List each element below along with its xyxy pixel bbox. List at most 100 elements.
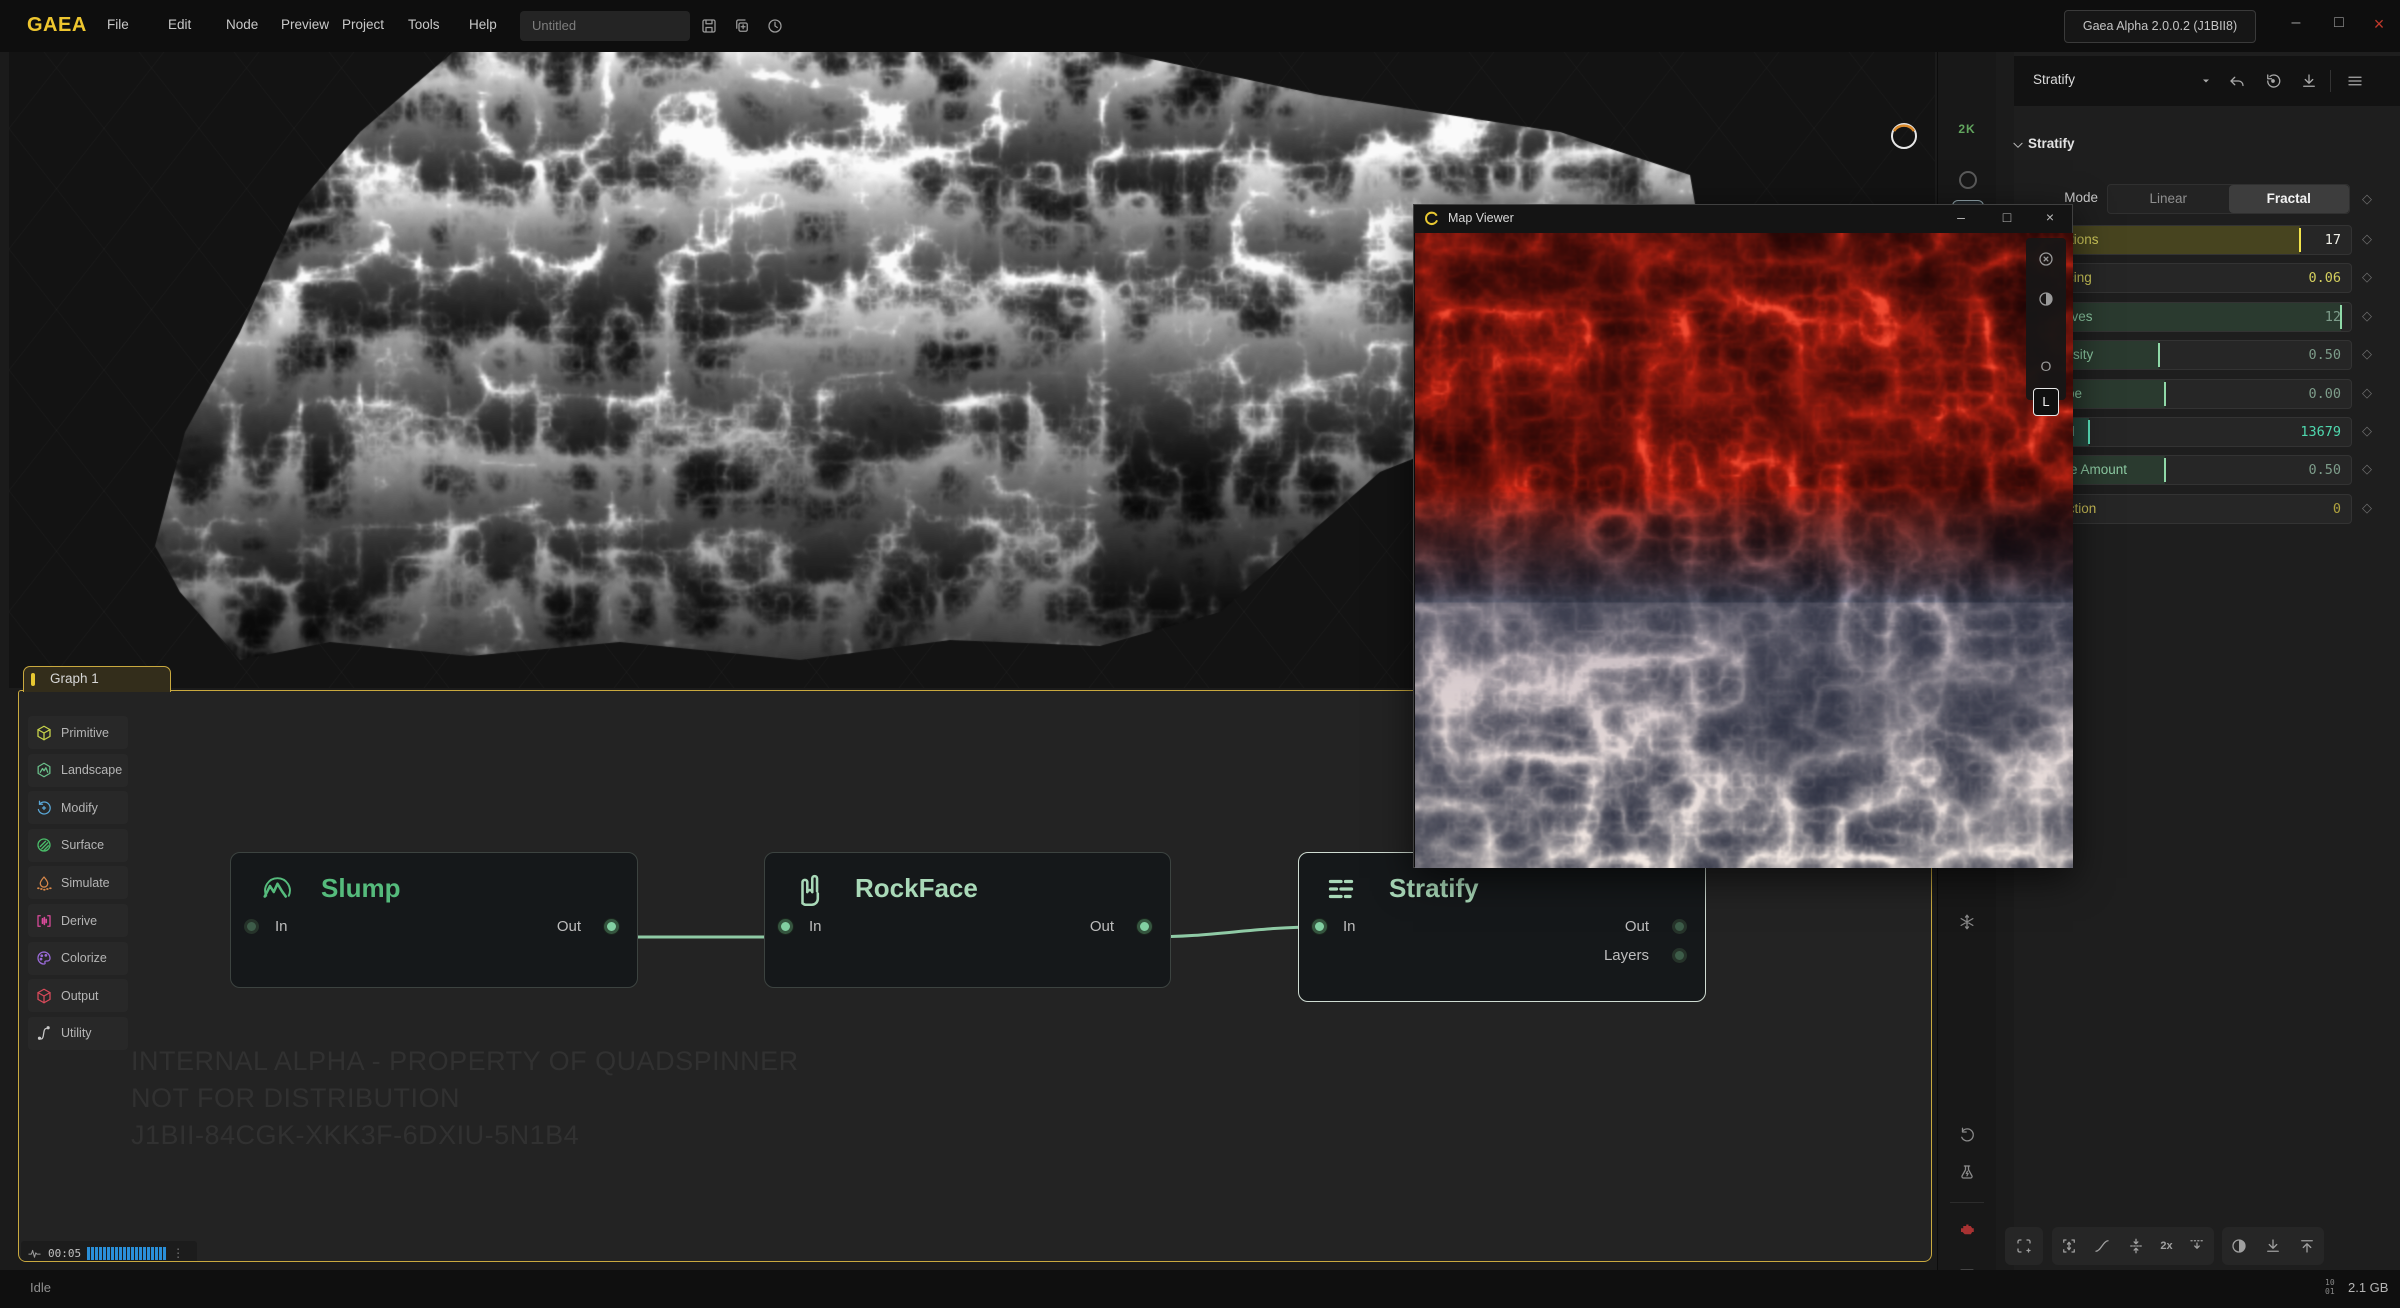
pin-diamond-icon[interactable]: ◇ [2362,308,2372,324]
hamburger-menu-icon[interactable] [2346,72,2364,90]
pin-diamond-icon[interactable]: ◇ [2362,269,2372,285]
param-row-intensity[interactable]: Intensity0.50 [2030,340,2352,370]
save-icon[interactable] [700,17,718,35]
param-value[interactable]: 0.50 [2308,347,2341,363]
menu-node[interactable]: Node [226,17,258,32]
l-view-button[interactable]: L [2033,388,2059,416]
rockface-icon [789,871,825,907]
import-icon[interactable] [2264,1237,2282,1255]
pin-diamond-icon[interactable]: ◇ [2362,231,2372,247]
param-caret [2158,343,2160,367]
add-frame-icon[interactable] [2015,1237,2033,1255]
param-caret [2164,382,2166,406]
engine-icon[interactable] [1958,1220,1976,1238]
param-row-iterations[interactable]: Iterations17 [2030,225,2352,255]
pin-diamond-icon[interactable]: ◇ [2362,191,2372,207]
mode-option-linear[interactable]: Linear [2108,185,2229,213]
port-in-label: In [275,918,288,935]
menu-tools[interactable]: Tools [408,17,440,32]
two-x-icon[interactable]: 2x [2160,1240,2172,1252]
param-value[interactable]: 0.50 [2308,462,2341,478]
menu-project[interactable]: Project [342,17,384,32]
param-row-noise-amount[interactable]: Noise Amount0.50 [2030,455,2352,485]
close-button[interactable]: × [2367,14,2391,35]
download-icon[interactable] [2300,72,2318,90]
maximize-button[interactable]: □ [2327,14,2351,32]
close-circle-icon[interactable] [2037,250,2055,268]
strip-divider [1950,1202,1984,1203]
project-name-field[interactable]: Untitled [520,11,690,41]
kebab-menu-icon[interactable]: ⋮ [172,1246,184,1260]
duplicate-icon[interactable] [733,17,751,35]
menu-help[interactable]: Help [469,17,497,32]
pin-diamond-icon[interactable]: ◇ [2362,461,2372,477]
node-rockface[interactable]: RockFace In Out [764,852,1171,988]
contrast-icon[interactable] [2037,290,2055,308]
graph-tab-label: Graph 1 [50,671,99,686]
map-viewer-title: Map Viewer [1448,211,1514,225]
o-view-button[interactable]: O [2026,358,2066,374]
param-value[interactable]: 17 [2325,232,2341,248]
graph-tab[interactable]: Graph 1 [23,666,171,692]
pin-diamond-icon[interactable]: ◇ [2362,500,2372,516]
section-title: Stratify [2028,136,2075,151]
pin-diamond-icon[interactable]: ◇ [2362,385,2372,401]
menu-file[interactable]: File [107,17,129,32]
mv-minimize-button[interactable]: – [1950,209,1972,225]
menu-edit[interactable]: Edit [168,17,191,32]
param-row-seed[interactable]: Seed13679 [2030,417,2352,447]
reset-history-icon[interactable] [2264,72,2282,90]
port-out-label: Out [1090,918,1114,935]
param-value[interactable]: 0.00 [2308,386,2341,402]
param-value[interactable]: 0 [2333,501,2341,517]
param-row-octaves[interactable]: Octaves12 [2030,302,2352,332]
port-out-dot[interactable] [604,919,619,934]
map-viewer-window[interactable]: Map Viewer – □ × O L [1413,204,2073,868]
view-mode-circle-icon[interactable] [1959,171,1977,189]
mv-maximize-button[interactable]: □ [1996,209,2018,225]
chevron-down-icon[interactable] [2200,72,2212,90]
port-in-dot[interactable] [778,919,793,934]
port-out-label: Out [557,918,581,935]
mode-option-fractal[interactable]: Fractal [2229,185,2350,213]
compass-widget[interactable] [1888,120,1920,152]
snowflake-icon[interactable] [1958,913,1976,931]
port-layers-dot[interactable] [1672,948,1687,963]
distribute-icon[interactable] [2127,1237,2145,1255]
curve-icon[interactable] [2093,1237,2111,1255]
map-preview-image[interactable] [1415,233,2073,868]
minimize-button[interactable]: – [2284,14,2308,32]
status-text: Idle [30,1280,51,1295]
map-viewer-titlebar[interactable]: Map Viewer – □ × [1414,205,2072,233]
section-chevron-icon[interactable] [2011,138,2025,152]
port-in-dot[interactable] [244,919,259,934]
node-slump[interactable]: Slump In Out [230,852,638,988]
port-out-dot[interactable] [1137,919,1152,934]
param-row-direction[interactable]: Direction0 [2030,494,2352,524]
param-value[interactable]: 13679 [2300,424,2341,440]
contrast-icon[interactable] [2230,1237,2248,1255]
port-in-label: In [809,918,822,935]
fit-frame-icon[interactable] [2060,1237,2078,1255]
node-stratify[interactable]: Stratify In Out Layers [1298,852,1706,1002]
mode-label: Mode [2014,190,2098,205]
drop-down-dots-icon[interactable] [2188,1237,2206,1255]
port-out-dot[interactable] [1672,919,1687,934]
param-row-shape[interactable]: Shape0.00 [2030,379,2352,409]
port-in-dot[interactable] [1312,919,1327,934]
export-icon[interactable] [2298,1237,2316,1255]
history-clock-icon[interactable] [766,17,784,35]
menu-preview[interactable]: Preview [281,17,329,32]
pin-diamond-icon[interactable]: ◇ [2362,423,2372,439]
graph-tab-marker [31,673,35,686]
undo-icon[interactable] [2228,72,2246,90]
pin-diamond-icon[interactable]: ◇ [2362,346,2372,362]
param-value[interactable]: 0.06 [2308,270,2341,286]
param-row-spacing[interactable]: Spacing0.06 [2030,263,2352,293]
rotate-icon[interactable] [1958,1126,1976,1144]
mv-close-button[interactable]: × [2039,209,2061,225]
param-value[interactable]: 12 [2325,309,2341,325]
flask-icon[interactable] [1958,1163,1976,1181]
mode-toggle[interactable]: Linear Fractal [2107,184,2350,214]
memory-grid-icon: 1001 [2325,1278,2335,1296]
